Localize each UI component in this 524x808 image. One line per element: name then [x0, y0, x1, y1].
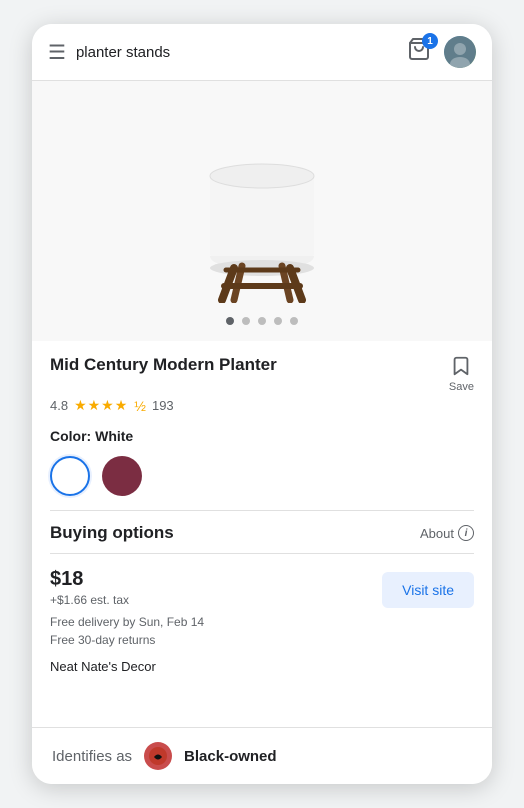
cart-badge: 1 [422, 33, 438, 49]
buying-options-header: Buying options About i [32, 511, 492, 543]
product-title-row: Mid Century Modern Planter Save [50, 355, 474, 393]
delivery-line1: Free delivery by Sun, Feb 14 [50, 613, 204, 631]
phone-frame: ☰ planter stands 1 [32, 24, 492, 784]
star-icons: ★★★★ [74, 397, 128, 414]
bookmark-icon [450, 355, 472, 381]
color-section: Color: White [32, 414, 492, 496]
product-image-area [32, 81, 492, 341]
color-swatches [50, 456, 474, 496]
dot-3[interactable] [258, 317, 266, 325]
cart-button[interactable]: 1 [404, 37, 434, 67]
seller-name: Neat Nate's Decor [50, 659, 156, 674]
about-label: About [420, 526, 454, 541]
header-icons: 1 [404, 36, 476, 68]
dot-5[interactable] [290, 317, 298, 325]
image-dots [226, 317, 298, 325]
product-title: Mid Century Modern Planter [50, 355, 439, 375]
save-button[interactable]: Save [439, 355, 474, 393]
delivery-line2: Free 30-day returns [50, 631, 204, 649]
half-star-icon: ½ [134, 398, 146, 414]
price-row: $18 +$1.66 est. tax Free delivery by Sun… [32, 554, 492, 649]
menu-icon[interactable]: ☰ [48, 40, 66, 65]
product-details: Mid Century Modern Planter Save 4.8 ★★★★… [32, 341, 492, 414]
review-count: 193 [152, 398, 174, 413]
rating-value: 4.8 [50, 398, 68, 413]
swatch-maroon[interactable] [102, 456, 142, 496]
dot-1[interactable] [226, 317, 234, 325]
identifies-as-prefix: Identifies as [52, 748, 132, 765]
about-button[interactable]: About i [420, 525, 474, 541]
tax-info: +$1.66 est. tax [50, 593, 204, 607]
search-query: planter stands [76, 44, 394, 61]
swatch-white[interactable] [50, 456, 90, 496]
visit-site-button[interactable]: Visit site [382, 572, 474, 608]
save-label: Save [449, 381, 474, 393]
delivery-info: Free delivery by Sun, Feb 14 Free 30-day… [50, 613, 204, 649]
seller-row: Neat Nate's Decor [32, 649, 492, 688]
product-image [152, 105, 372, 305]
info-icon: i [458, 525, 474, 541]
user-avatar[interactable] [444, 36, 476, 68]
rating-row: 4.8 ★★★★ ½ 193 [50, 397, 474, 414]
color-label: Color: White [50, 428, 133, 444]
black-owned-badge [144, 742, 172, 770]
color-label-text: Color: [50, 428, 91, 444]
price: $18 [50, 568, 204, 591]
header: ☰ planter stands 1 [32, 24, 492, 81]
color-value: White [95, 428, 133, 444]
price-info: $18 +$1.66 est. tax Free delivery by Sun… [50, 568, 204, 649]
dot-4[interactable] [274, 317, 282, 325]
black-owned-label: Black-owned [184, 748, 277, 765]
dot-2[interactable] [242, 317, 250, 325]
buying-options-title: Buying options [50, 523, 174, 543]
bottom-bar: Identifies as Black-owned [32, 727, 492, 784]
